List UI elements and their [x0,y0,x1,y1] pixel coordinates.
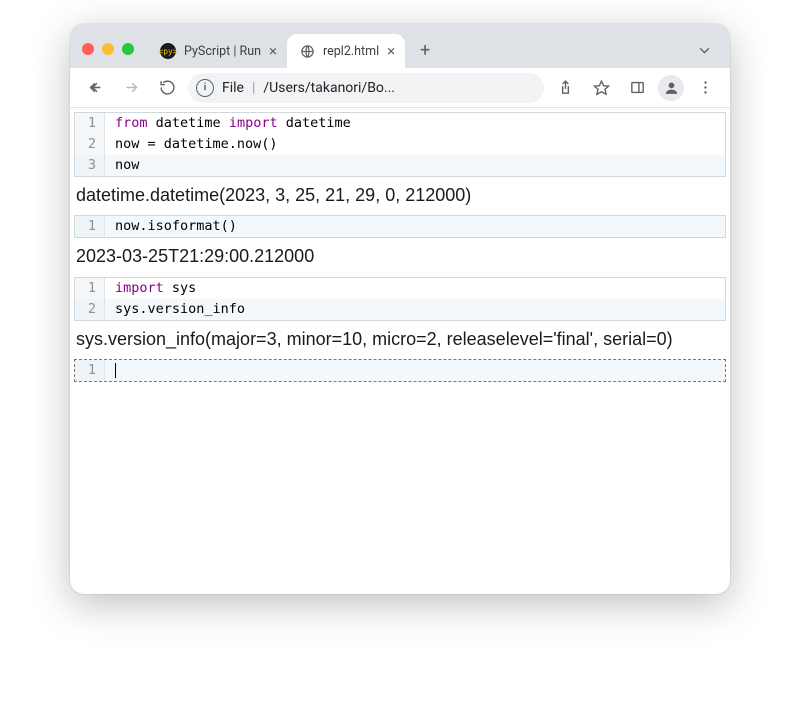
tab-title: repl2.html [323,44,379,59]
code-line[interactable]: 1from datetime import datetime [75,113,725,134]
line-number: 2 [75,134,105,155]
new-tab-button[interactable]: + [411,36,439,64]
toolbar: i File | /Users/takanori/Bo... [70,68,730,108]
address-bar[interactable]: i File | /Users/takanori/Bo... [188,73,544,103]
code-cell[interactable]: 1 [74,359,726,382]
side-panel-button[interactable] [622,73,652,103]
code-text[interactable]: now.isoformat() [105,216,725,237]
tabs-menu-button[interactable] [686,42,722,59]
code-line[interactable]: 2now = datetime.now() [75,134,725,155]
tab-title: PyScript | Run [184,44,261,59]
pyscript-favicon-icon: <py> [160,43,176,59]
code-line[interactable]: 2sys.version_info [75,299,725,320]
line-number: 2 [75,299,105,320]
cell-output: 2023-03-25T21:29:00.212000 [74,240,726,276]
file-favicon-icon [299,43,315,59]
code-cell[interactable]: 1import sys2sys.version_info [74,277,726,321]
menu-button[interactable] [690,73,720,103]
line-number: 1 [75,113,105,134]
cell-output: datetime.datetime(2023, 3, 25, 21, 29, 0… [74,179,726,215]
tab-repl2[interactable]: repl2.html × [287,34,405,68]
code-text[interactable]: sys.version_info [105,299,725,320]
tab-close-icon[interactable]: × [387,44,395,59]
url-scheme-label: File [222,80,244,96]
code-line[interactable]: 1now.isoformat() [75,216,725,237]
window-zoom-button[interactable] [122,43,134,55]
reload-button[interactable] [152,73,182,103]
url-separator: | [252,80,255,96]
code-text[interactable]: import sys [105,278,725,299]
bookmark-button[interactable] [586,73,616,103]
code-text[interactable] [105,360,725,381]
site-info-icon[interactable]: i [196,79,214,97]
tab-strip: <py> PyScript | Run × repl2.html × + [70,24,730,68]
code-text[interactable]: now [105,155,725,176]
line-number: 1 [75,216,105,237]
cell-output: sys.version_info(major=3, minor=10, micr… [74,323,726,359]
code-cell[interactable]: 1from datetime import datetime2now = dat… [74,112,726,177]
tab-pyscript[interactable]: <py> PyScript | Run × [148,34,287,68]
profile-button[interactable] [658,75,684,101]
code-text[interactable]: now = datetime.now() [105,134,725,155]
line-number: 1 [75,278,105,299]
traffic-lights [82,43,134,55]
code-cell[interactable]: 1now.isoformat() [74,215,726,238]
code-line[interactable]: 1import sys [75,278,725,299]
line-number: 1 [75,360,105,381]
line-number: 3 [75,155,105,176]
code-line[interactable]: 1 [75,360,725,381]
text-caret [115,363,116,378]
code-line[interactable]: 3now [75,155,725,176]
share-button[interactable] [550,73,580,103]
code-text[interactable]: from datetime import datetime [105,113,725,134]
window-minimize-button[interactable] [102,43,114,55]
page-content: 1from datetime import datetime2now = dat… [70,108,730,594]
tab-close-icon[interactable]: × [269,44,277,59]
back-button[interactable] [80,73,110,103]
url-path: /Users/takanori/Bo... [263,80,395,96]
window-close-button[interactable] [82,43,94,55]
browser-window: <py> PyScript | Run × repl2.html × + [70,24,730,594]
forward-button[interactable] [116,73,146,103]
